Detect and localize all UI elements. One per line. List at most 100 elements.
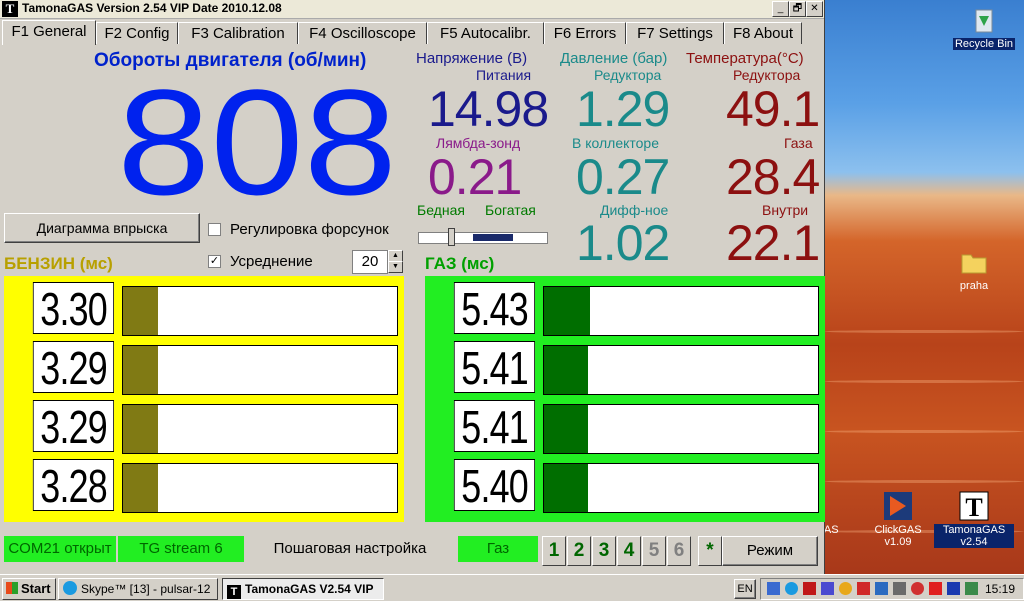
voltage-value: 14.98 [428, 81, 549, 137]
tray-icon[interactable] [785, 582, 798, 595]
step-button-5[interactable]: 5 [642, 536, 666, 566]
injector-adjust-label: Регулировка форсунок [230, 221, 389, 238]
petrol-injector-bar [122, 286, 398, 336]
pressure-reducer-value: 1.29 [576, 81, 670, 137]
start-button[interactable]: Start [2, 578, 56, 600]
tab-oscilloscope[interactable]: F4 Oscilloscope [298, 22, 427, 45]
gas-injector-row: 5.41 [431, 341, 819, 395]
rpm-title: Обороты двигателя (об/мин) [94, 50, 367, 71]
step-button-6[interactable]: 6 [667, 536, 691, 566]
taskbar-item-label: Skype™ [13] - pulsar-12 [81, 582, 211, 596]
recycle-bin-icon [968, 4, 1000, 36]
desktop-icon-recycle-bin[interactable]: Recycle Bin [944, 4, 1024, 50]
tray-icon[interactable] [965, 582, 978, 595]
svg-text:808: 808 [117, 82, 397, 202]
petrol-injector-row: 3.29 [10, 400, 398, 454]
temperature-reducer-value: 49.1 [726, 81, 820, 137]
petrol-injector-time: 3.28 [32, 459, 114, 512]
dune-line [824, 480, 1024, 483]
window-title: TamonaGAS Version 2.54 VIP Date 2010.12.… [22, 1, 282, 15]
desktop-icon-tamonagas[interactable]: T TamonaGAS v2.54 [934, 490, 1014, 548]
tray-icon[interactable] [821, 582, 834, 595]
gas-injector-time: 5.41 [453, 400, 535, 453]
taskbar-item-skype[interactable]: Skype™ [13] - pulsar-12 [58, 578, 218, 600]
tab-settings[interactable]: F7 Settings [626, 22, 724, 45]
tab-about[interactable]: F8 About [724, 22, 802, 45]
folder-icon [958, 246, 990, 278]
averaging-checkbox[interactable]: ✓ [208, 255, 221, 268]
gas-injector-time: 5.40 [453, 459, 535, 512]
taskbar-item-tamonagas[interactable]: T TamonaGAS V2.54 VIP [222, 578, 384, 600]
petrol-title: БЕНЗИН (мс) [4, 254, 113, 273]
clickgas-icon [882, 490, 914, 522]
petrol-injector-fill [123, 464, 159, 512]
gas-injector-fill [544, 346, 588, 394]
mode-button[interactable]: Режим [722, 536, 818, 566]
gas-injector-bar [543, 286, 819, 336]
averaging-input[interactable]: 20 [352, 250, 388, 274]
language-indicator[interactable]: EN [734, 579, 756, 599]
step-button-2[interactable]: 2 [567, 536, 591, 566]
rpm-value: 808 [112, 58, 402, 226]
step-setup-label[interactable]: Пошаговая настройка [246, 536, 454, 562]
petrol-injector-row: 3.29 [10, 341, 398, 395]
petrol-injector-bar [122, 345, 398, 395]
tray-icon[interactable] [857, 582, 870, 595]
temperature-inside-value: 22.1 [726, 215, 820, 271]
tab-autocalibr[interactable]: F5 Autocalibr. [427, 22, 544, 45]
pressure-manifold-value: 0.27 [576, 149, 670, 205]
desktop-icon-clickgas[interactable]: ClickGAS v1.09 [858, 490, 938, 548]
desktop-icon-label: praha [959, 280, 989, 292]
spin-down-button[interactable]: ▼ [388, 261, 403, 273]
petrol-injector-row: 3.30 [10, 282, 398, 336]
skype-icon [63, 581, 77, 595]
taskbar-item-label: TamonaGAS V2.54 VIP [245, 582, 374, 596]
tray-icon[interactable] [893, 582, 906, 595]
tray-icon[interactable] [929, 582, 942, 595]
petrol-injectors-panel: 3.30 3.29 3.29 3.28 [4, 276, 404, 522]
title-bar[interactable]: T TamonaGAS Version 2.54 VIP Date 2010.1… [0, 0, 824, 19]
tab-bar: F1 General F2 Config F3 Calibration F4 O… [0, 20, 824, 45]
petrol-injector-time: 3.29 [32, 341, 114, 394]
dune-line [824, 380, 1024, 383]
averaging-spinner: 20 ▲ ▼ [352, 250, 403, 274]
injector-adjust-checkbox[interactable] [208, 223, 221, 236]
tray-icon[interactable] [875, 582, 888, 595]
step-button-4[interactable]: 4 [617, 536, 641, 566]
lambda-rich-label: Богатая [485, 202, 536, 218]
averaging-label: Усреднение [230, 253, 313, 270]
lambda-lean-label: Бедная [417, 202, 465, 218]
svg-text:T: T [965, 493, 982, 522]
app-icon[interactable]: T [2, 1, 18, 17]
minimize-button[interactable]: _ [772, 1, 789, 17]
tab-errors[interactable]: F6 Errors [544, 22, 626, 45]
gas-injector-bar [543, 404, 819, 454]
step-button-1[interactable]: 1 [542, 536, 566, 566]
tray-icon[interactable] [803, 582, 816, 595]
petrol-injector-fill [123, 346, 159, 394]
gas-title: ГАЗ (мс) [425, 254, 495, 273]
star-button[interactable]: * [698, 536, 722, 566]
tray-icon[interactable] [839, 582, 852, 595]
lambda-indicator [418, 224, 548, 246]
gas-injector-fill [544, 464, 588, 512]
tray-icon[interactable] [911, 582, 924, 595]
tray-icon[interactable] [947, 582, 960, 595]
desktop-icon-praha[interactable]: praha [934, 246, 1014, 292]
restore-button[interactable]: 🗗 [789, 1, 806, 17]
gas-injector-time: 5.41 [453, 341, 535, 394]
temperature-header: Температура(°С) [686, 50, 804, 67]
close-button[interactable]: ✕ [806, 1, 823, 17]
petrol-injector-bar [122, 463, 398, 513]
tamonagas-icon: T [227, 585, 241, 599]
step-button-3[interactable]: 3 [592, 536, 616, 566]
gas-injectors-panel: 5.43 5.41 5.41 5.40 [425, 276, 825, 522]
tab-config[interactable]: F2 Config [96, 22, 178, 45]
pressure-diff-value: 1.02 [576, 215, 670, 271]
tab-calibration[interactable]: F3 Calibration [178, 22, 298, 45]
tab-general[interactable]: F1 General [2, 20, 96, 45]
tray-icon[interactable] [767, 582, 780, 595]
injection-diagram-button[interactable]: Диаграмма впрыска [4, 213, 200, 243]
temperature-gas-value: 28.4 [726, 149, 820, 205]
clock[interactable]: 15:19 [985, 579, 1015, 599]
